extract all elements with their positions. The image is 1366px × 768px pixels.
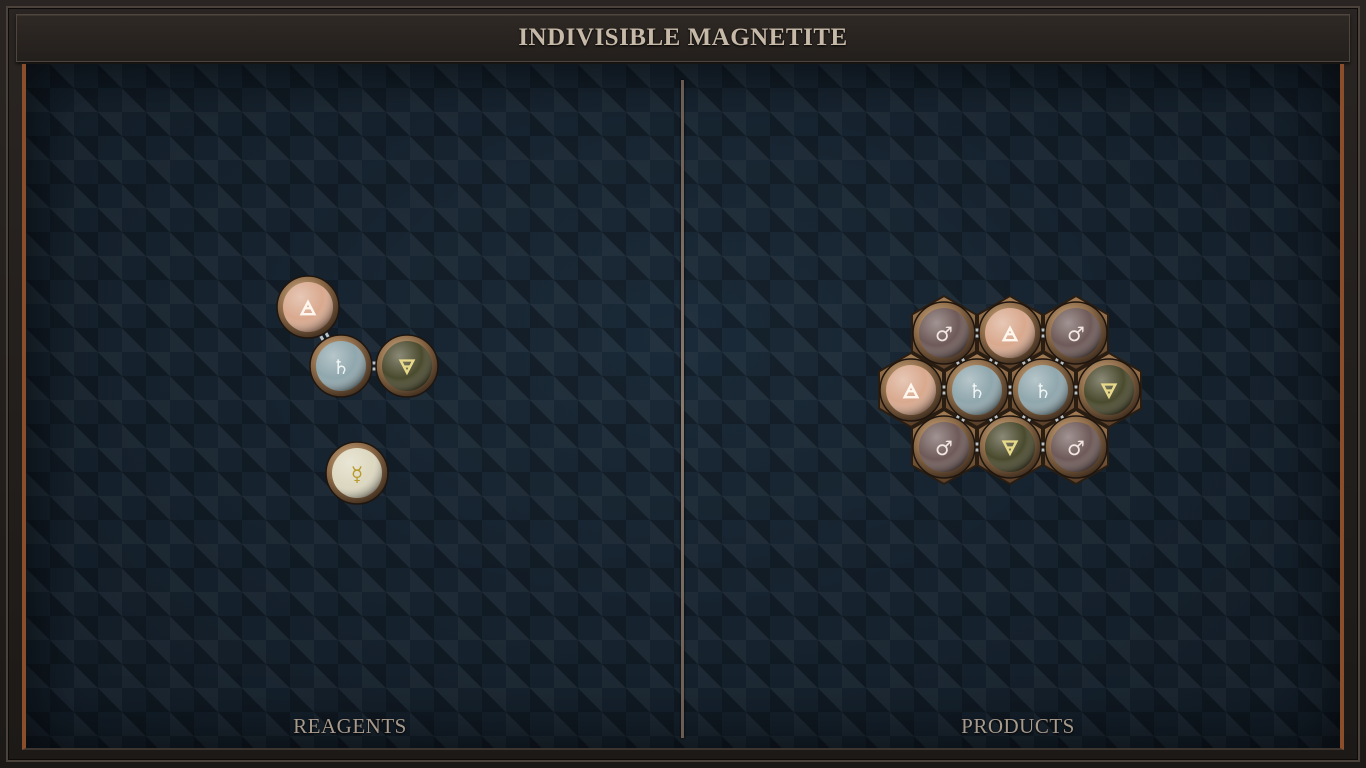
reagent-2: ☿	[325, 441, 389, 505]
atom-iron: ♂	[1044, 301, 1108, 365]
iron-glyph-icon: ♂	[935, 436, 953, 460]
earth-glyph-icon: 🜃	[1001, 436, 1019, 460]
quicksilver-glyph-icon: ☿	[351, 462, 363, 486]
atom-iron: ♂	[912, 301, 976, 365]
reagents-area: 🜁 ♄ 🜃 ☿	[276, 275, 439, 505]
atom-salt: ♄	[1011, 358, 1075, 422]
air-glyph-icon: 🜁	[902, 379, 920, 403]
atom-earth: 🜃	[1077, 358, 1141, 422]
atom-earth: 🜃	[375, 334, 439, 398]
atom-air: 🜁	[978, 301, 1042, 365]
game-frame: INDIVISIBLE MAGNETITE 🜁 ♄ 🜃 ☿ ♂ 🜁 ♂ 🜁 ♄ ♄ 🜃 ♂ 🜃 ♂ RE…	[0, 0, 1366, 768]
atom-quicksilver: ☿	[325, 441, 389, 505]
salt-glyph-icon: ♄	[1034, 379, 1052, 403]
iron-glyph-icon: ♂	[935, 322, 953, 346]
salt-glyph-icon: ♄	[968, 379, 986, 403]
atom-air: 🜁	[276, 275, 340, 339]
air-glyph-icon: 🜁	[1001, 322, 1019, 346]
reagents-label: REAGENTS	[293, 714, 407, 738]
atom-iron: ♂	[912, 415, 976, 479]
earth-glyph-icon: 🜃	[398, 355, 416, 379]
iron-glyph-icon: ♂	[1067, 322, 1085, 346]
air-glyph-icon: 🜁	[299, 296, 317, 320]
atom-earth: 🜃	[978, 415, 1042, 479]
iron-glyph-icon: ♂	[1067, 436, 1085, 460]
earth-glyph-icon: 🜃	[1100, 379, 1118, 403]
atom-air: 🜁	[879, 358, 943, 422]
molecules-layer: 🜁 ♄ 🜃 ☿ ♂ 🜁 ♂ 🜁 ♄ ♄ 🜃 ♂ 🜃 ♂	[276, 275, 1142, 505]
reagent-1: 🜁 ♄ 🜃	[276, 275, 439, 398]
salt-glyph-icon: ♄	[332, 355, 350, 379]
products-area: ♂ 🜁 ♂ 🜁 ♄ ♄ 🜃 ♂ 🜃 ♂	[878, 294, 1142, 486]
atom-salt: ♄	[309, 334, 373, 398]
products-label: PRODUCTS	[961, 714, 1075, 738]
atom-iron: ♂	[1044, 415, 1108, 479]
atom-salt: ♄	[945, 358, 1009, 422]
product-magnetite: ♂ 🜁 ♂ 🜁 ♄ ♄ 🜃 ♂ 🜃 ♂	[878, 294, 1142, 486]
